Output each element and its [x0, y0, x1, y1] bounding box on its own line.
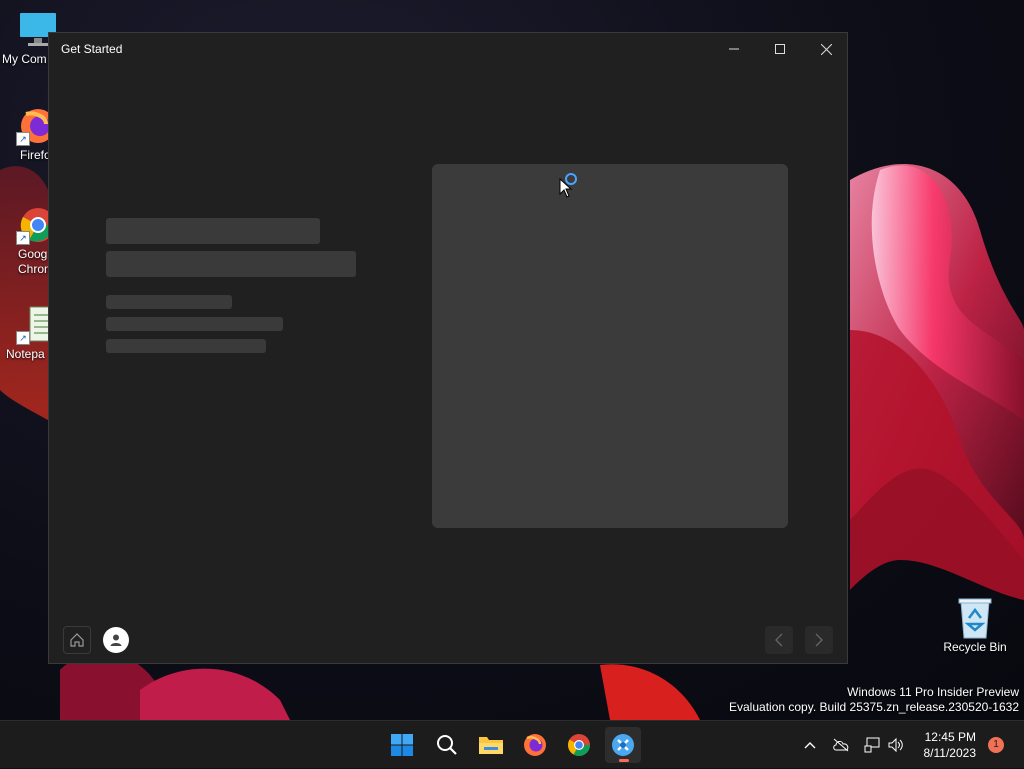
get-started-icon — [612, 734, 634, 756]
clock-date: 8/11/2023 — [923, 746, 977, 760]
recycle-bin-icon — [955, 596, 995, 639]
account-button[interactable] — [103, 627, 129, 653]
clock-time: 12:45 PM — [924, 730, 976, 744]
close-icon — [820, 43, 832, 55]
firefox-icon — [524, 734, 546, 756]
skeleton-text-line-3 — [106, 339, 266, 353]
window-title: Get Started — [61, 42, 123, 56]
desktop-icon-label: Recycle Bin — [943, 640, 1007, 654]
get-started-window: Get Started — [48, 32, 848, 664]
skeleton-title-line-2 — [106, 251, 356, 277]
notification-badge[interactable]: 1 — [988, 737, 1004, 753]
maximize-button[interactable] — [757, 33, 803, 65]
shortcut-arrow-icon: ↗ — [16, 331, 30, 345]
start-button[interactable] — [384, 727, 420, 763]
skeleton-text-line-2 — [106, 317, 283, 331]
show-hidden-icons-button[interactable] — [800, 721, 820, 769]
skeleton-hero-image — [432, 164, 788, 528]
back-button[interactable] — [765, 626, 793, 654]
mouse-cursor-icon — [559, 178, 573, 198]
windows-start-icon — [391, 734, 413, 756]
system-clock[interactable]: 12:45 PM 8/11/2023 — [924, 729, 977, 761]
active-app-indicator — [619, 759, 629, 762]
close-button[interactable] — [803, 33, 849, 65]
onedrive-icon — [833, 738, 849, 752]
network-button[interactable] — [862, 721, 882, 769]
desktop-icon-recycle-bin[interactable]: Recycle Bin — [939, 596, 1011, 654]
title-bar[interactable]: Get Started — [49, 33, 847, 65]
taskbar: 12:45 PM 8/11/2023 1 — [0, 720, 1024, 768]
volume-button[interactable] — [886, 721, 906, 769]
minimize-icon — [729, 48, 739, 50]
file-explorer-button[interactable] — [473, 727, 509, 763]
home-icon — [70, 633, 84, 647]
watermark-line-1: Windows 11 Pro Insider Preview — [847, 685, 1019, 699]
minimize-button[interactable] — [711, 33, 757, 65]
search-button[interactable] — [429, 727, 465, 763]
get-started-taskbar-button[interactable] — [605, 727, 641, 763]
file-explorer-icon — [479, 737, 503, 754]
firefox-taskbar-button[interactable] — [517, 727, 553, 763]
next-button[interactable] — [805, 626, 833, 654]
onedrive-button[interactable] — [830, 721, 852, 769]
home-button[interactable] — [63, 626, 91, 654]
shortcut-arrow-icon: ↗ — [16, 132, 30, 146]
chevron-up-icon — [804, 742, 816, 749]
search-icon — [437, 735, 457, 755]
windows-watermark: Windows 11 Pro Insider Preview Evaluatio… — [729, 685, 1019, 715]
skeleton-title-line-1 — [106, 218, 320, 244]
network-icon — [864, 737, 880, 753]
person-icon — [110, 634, 122, 646]
maximize-icon — [775, 44, 785, 54]
volume-icon — [888, 737, 903, 753]
chrome-icon — [568, 734, 590, 756]
chrome-taskbar-button[interactable] — [561, 727, 597, 763]
chevron-left-icon — [775, 633, 783, 647]
skeleton-text-line-1 — [106, 295, 232, 309]
shortcut-arrow-icon: ↗ — [16, 231, 30, 245]
watermark-line-2: Evaluation copy. Build 25375.zn_release.… — [729, 700, 1019, 714]
chevron-right-icon — [815, 633, 823, 647]
